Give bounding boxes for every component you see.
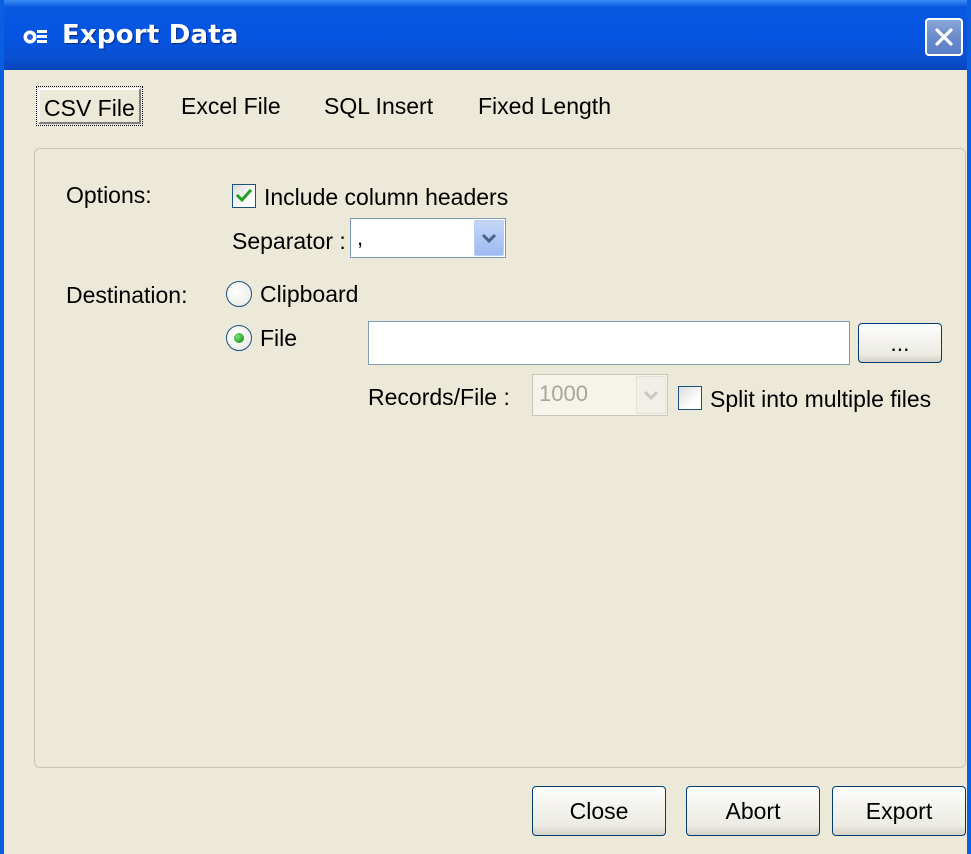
tab-sql-insert[interactable]: SQL Insert <box>324 88 433 124</box>
clipboard-radio[interactable] <box>226 281 252 307</box>
include-headers-checkbox[interactable] <box>232 184 256 208</box>
tab-fixed-length[interactable]: Fixed Length <box>478 88 611 124</box>
window-title: Export Data <box>62 20 239 50</box>
export-button-label: Export <box>865 797 933 824</box>
export-button[interactable]: Export <box>832 786 966 836</box>
tab-csv-file[interactable]: CSV File <box>36 86 143 126</box>
browse-button-label: ... <box>890 329 910 356</box>
close-window-button[interactable] <box>925 18 963 56</box>
separator-select[interactable]: , <box>350 218 506 258</box>
title-bar[interactable]: Export Data <box>4 0 967 70</box>
clipboard-label[interactable]: Clipboard <box>260 281 358 308</box>
radio-selected-dot <box>234 333 244 343</box>
tab-excel-file[interactable]: Excel File <box>181 88 281 124</box>
file-path-input[interactable] <box>368 321 850 365</box>
export-format-tabs: CSV File Excel File SQL Insert Fixed Len… <box>4 80 967 130</box>
gear-window-icon <box>22 26 48 48</box>
browse-button[interactable]: ... <box>858 323 942 363</box>
close-icon <box>933 26 955 48</box>
separator-value: , <box>357 225 364 250</box>
include-headers-label[interactable]: Include column headers <box>264 184 508 211</box>
split-files-label[interactable]: Split into multiple files <box>710 386 931 413</box>
close-button[interactable]: Close <box>532 786 666 836</box>
records-per-file-value: 1000 <box>539 381 588 406</box>
close-button-label: Close <box>569 797 629 824</box>
destination-label: Destination: <box>66 282 188 308</box>
export-data-window: Export Data CSV File Excel File SQL Inse… <box>0 0 971 854</box>
split-files-checkbox[interactable] <box>678 386 702 410</box>
chevron-down-icon[interactable] <box>474 220 504 256</box>
records-per-file-label: Records/File : <box>368 384 510 410</box>
abort-button-label: Abort <box>725 797 781 824</box>
records-per-file-select: 1000 <box>532 374 668 416</box>
checkmark-icon <box>235 188 253 203</box>
abort-button[interactable]: Abort <box>686 786 820 836</box>
chevron-down-icon <box>636 376 666 414</box>
options-label: Options: <box>66 182 152 208</box>
file-label[interactable]: File <box>260 325 297 352</box>
separator-label: Separator : <box>232 228 346 254</box>
file-radio[interactable] <box>226 325 252 351</box>
